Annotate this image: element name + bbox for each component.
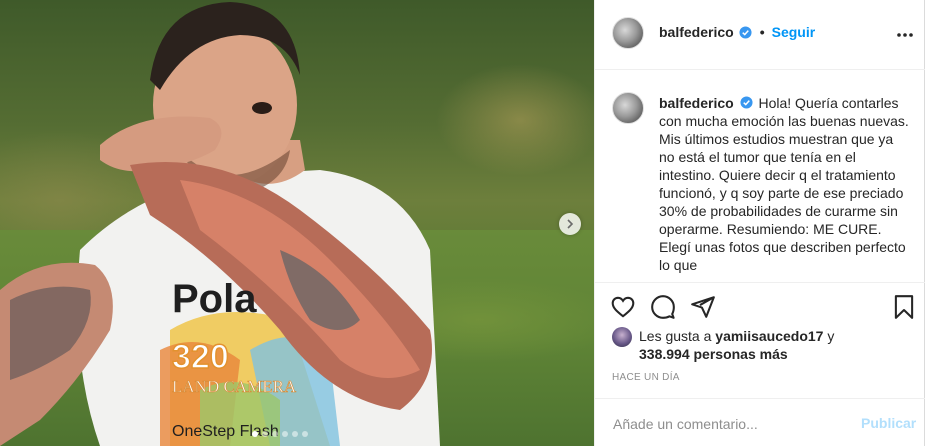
carousel-dot <box>302 431 308 437</box>
carousel-dot <box>272 431 278 437</box>
share-icon[interactable] <box>690 294 716 320</box>
shirt-print-land: LAND CAMERA <box>172 377 297 396</box>
comments-area: balfederico Hola! Quería contarles con m… <box>595 70 925 282</box>
comment-icon[interactable] <box>650 294 676 320</box>
carousel-dot <box>292 431 298 437</box>
publish-button[interactable]: Publicar <box>861 415 916 431</box>
carousel-indicator <box>252 431 308 437</box>
bookmark-icon[interactable] <box>891 294 917 320</box>
post-sidebar: balfederico • Seguir balfederico Hola! Q… <box>594 0 925 446</box>
action-bar <box>595 282 925 330</box>
heart-icon[interactable] <box>610 294 636 320</box>
caption-username[interactable]: balfederico <box>659 95 734 111</box>
caption-avatar[interactable] <box>612 92 644 124</box>
caption-text: Hola! Quería contarles con mucha emoción… <box>659 95 909 273</box>
likes-count-link[interactable]: 338.994 personas más <box>639 346 788 362</box>
carousel-next-button[interactable] <box>559 213 581 235</box>
photo-person: Pola 320 LAND CAMERA OneStep Flash <box>0 2 440 446</box>
post-header: balfederico • Seguir <box>595 0 925 70</box>
post-container: Pola 320 LAND CAMERA OneStep Flash balfe… <box>0 0 925 446</box>
likes-prefix: Les gusta a <box>639 328 712 344</box>
author-line: balfederico • Seguir <box>659 24 815 40</box>
carousel-dot <box>252 431 258 437</box>
liker-username[interactable]: yamiisaucedo17 <box>715 328 823 344</box>
verified-badge-icon <box>740 96 753 109</box>
shirt-print-number: 320 <box>172 338 229 376</box>
author-username[interactable]: balfederico <box>659 24 734 40</box>
comment-input[interactable] <box>611 413 845 435</box>
header-separator: • <box>759 24 765 40</box>
carousel-dot <box>282 431 288 437</box>
post-caption: balfederico Hola! Quería contarles con m… <box>659 94 909 274</box>
chevron-right-icon <box>567 219 574 229</box>
post-photo[interactable]: Pola 320 LAND CAMERA OneStep Flash <box>0 0 594 446</box>
shirt-print-brand: Pola <box>172 277 257 321</box>
post-timestamp[interactable]: HACE UN DÍA <box>612 372 680 383</box>
more-options-icon[interactable] <box>895 25 915 45</box>
add-comment-bar: Publicar <box>595 398 925 446</box>
liker-avatar[interactable] <box>612 327 632 347</box>
verified-badge-icon <box>739 25 752 39</box>
follow-button[interactable]: Seguir <box>772 24 816 40</box>
author-avatar[interactable] <box>612 17 644 49</box>
likes-text: Les gusta a yamiisaucedo17 y 338.994 per… <box>639 327 834 363</box>
carousel-dot <box>262 431 268 437</box>
likes-conjunction: y <box>827 328 835 344</box>
